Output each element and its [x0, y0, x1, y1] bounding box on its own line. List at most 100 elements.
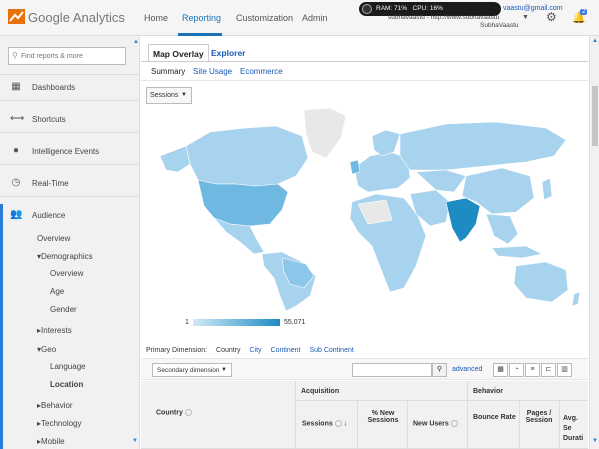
- divider: [559, 401, 560, 449]
- column-bounce-rate[interactable]: Bounce Rate: [473, 414, 516, 421]
- subtab-summary[interactable]: Summary: [151, 67, 185, 76]
- legend-gradient: [193, 319, 280, 326]
- column-sessions[interactable]: Sessions ↓: [302, 420, 347, 427]
- column-country[interactable]: Country: [156, 409, 192, 416]
- map-region-greenland: [303, 107, 347, 159]
- report-search-input[interactable]: [21, 49, 121, 63]
- report-search[interactable]: ⚲: [8, 47, 126, 65]
- search-icon: ⚲: [12, 51, 18, 60]
- sidebar-item-age[interactable]: Age: [50, 287, 64, 296]
- help-icon[interactable]: [450, 420, 458, 427]
- scroll-down-arrow-icon[interactable]: ▼: [592, 438, 598, 444]
- sidebar-item-label: Intelligence Events: [32, 147, 100, 156]
- column-percent-new-sessions[interactable]: % New Sessions: [363, 410, 403, 424]
- subtab-ecommerce[interactable]: Ecommerce: [240, 67, 283, 76]
- dimension-city[interactable]: City: [250, 347, 262, 354]
- map-region-new-zealand: [571, 291, 581, 307]
- main-scrollbar[interactable]: ▲ ▼: [589, 36, 599, 449]
- table-toolbar: Secondary dimension ▼ ⚲ advanced ▦ ◔ ≡ ⊏…: [141, 358, 588, 380]
- brand-name[interactable]: Google Analytics: [28, 10, 125, 25]
- active-section-indicator: [0, 204, 3, 449]
- map-region-canada: [185, 125, 309, 187]
- chevron-down-icon: ▼: [221, 367, 227, 373]
- sidebar-item-dashboards[interactable]: ▦ Dashboards: [0, 78, 139, 98]
- nav-home[interactable]: Home: [144, 13, 168, 23]
- tab-map-overlay[interactable]: Map Overlay: [148, 44, 209, 62]
- sidebar-item-overview[interactable]: Overview: [37, 234, 70, 243]
- help-icon[interactable]: [184, 409, 192, 416]
- dimension-country[interactable]: Country: [216, 347, 241, 354]
- nav-reporting[interactable]: Reporting: [182, 13, 221, 23]
- sidebar-item-mobile[interactable]: ▸Mobile: [37, 437, 65, 446]
- dimension-continent[interactable]: Continent: [271, 347, 301, 354]
- sidebar-item-interests[interactable]: ▸Interests: [37, 326, 72, 335]
- gear-icon[interactable]: ⚙: [546, 10, 557, 24]
- secondary-dimension-dropdown[interactable]: Secondary dimension ▼: [152, 363, 232, 377]
- sidebar-item-shortcuts[interactable]: ⟷ Shortcuts: [0, 110, 139, 130]
- world-map[interactable]: [146, 106, 583, 311]
- scroll-up-arrow-icon[interactable]: ▲: [133, 39, 139, 45]
- sidebar-item-label: Behavior: [41, 401, 73, 410]
- divider: [0, 164, 139, 165]
- scrollbar-thumb[interactable]: [592, 86, 598, 146]
- account-view-name: SubhaVaastu: [480, 22, 519, 29]
- map-region-southeast-asia: [485, 213, 519, 245]
- help-icon[interactable]: [334, 420, 342, 427]
- sidebar-item-label: Interests: [41, 326, 72, 335]
- divider: [295, 400, 588, 401]
- account-property[interactable]: subhavaastu - http://www.subhavaastu: [388, 14, 499, 21]
- divider: [467, 381, 468, 449]
- sidebar-item-demographics[interactable]: ▾Demographics: [37, 252, 93, 261]
- analytics-logo-icon[interactable]: [8, 9, 25, 24]
- map-region-russia: [399, 121, 567, 171]
- divider: [0, 132, 139, 133]
- pivot-view-icon[interactable]: ▥: [557, 363, 572, 377]
- sidebar-item-location[interactable]: Location: [50, 380, 83, 389]
- performance-view-icon[interactable]: ≡: [525, 363, 540, 377]
- column-pages-per-session[interactable]: Pages / Session: [524, 410, 554, 424]
- sidebar-item-real-time[interactable]: ◷ Real-Time: [0, 174, 139, 194]
- sidebar-item-geo[interactable]: ▾Geo: [37, 345, 56, 354]
- tab-divider: [141, 61, 588, 62]
- nav-customization[interactable]: Customization: [236, 13, 293, 23]
- comparison-view-icon[interactable]: ⊏: [541, 363, 556, 377]
- sidebar-item-label: Technology: [41, 419, 82, 428]
- column-avg-session-duration[interactable]: Avg. Se Durati: [563, 414, 588, 444]
- clock-icon: ◷: [11, 177, 21, 188]
- column-new-users[interactable]: New Users: [413, 420, 458, 427]
- tab-explorer[interactable]: Explorer: [207, 44, 250, 62]
- sidebar-item-gender[interactable]: Gender: [50, 305, 77, 314]
- divider: [0, 74, 139, 75]
- chevron-down-icon[interactable]: ▼: [522, 14, 529, 21]
- sidebar-item-label: Audience: [32, 211, 66, 220]
- sort-down-arrow-icon[interactable]: ↓: [344, 420, 348, 427]
- subtab-site-usage[interactable]: Site Usage: [193, 67, 232, 76]
- table-header: Country Acquisition Behavior Sessions ↓ …: [141, 381, 588, 449]
- sidebar-item-demographics-overview[interactable]: Overview: [50, 269, 83, 278]
- sidebar-item-audience[interactable]: 👥 Audience: [0, 206, 139, 226]
- notification-badge[interactable]: 2: [580, 9, 588, 15]
- metric-selector[interactable]: Sessions ▼: [146, 87, 192, 104]
- map-region-indonesia: [491, 245, 543, 259]
- pie-view-icon[interactable]: ◔: [509, 363, 524, 377]
- sidebar-scrollbar[interactable]: ▲: [132, 36, 139, 449]
- sidebar-item-technology[interactable]: ▸Technology: [37, 419, 82, 428]
- sidebar-item-behavior[interactable]: ▸Behavior: [37, 401, 73, 410]
- sidebar-item-intelligence-events[interactable]: ● Intelligence Events: [0, 142, 139, 162]
- table-search-input[interactable]: [352, 363, 432, 377]
- monitor-icon: [362, 4, 372, 14]
- table-view-icon[interactable]: ▦: [493, 363, 508, 377]
- sidebar-item-language[interactable]: Language: [50, 362, 86, 371]
- nav-admin[interactable]: Admin: [302, 13, 328, 23]
- search-icon[interactable]: ⚲: [432, 363, 447, 377]
- map-region-alaska: [159, 145, 191, 173]
- legend-min-value: 1: [185, 319, 189, 326]
- scroll-down-arrow-icon[interactable]: ▼: [132, 438, 138, 444]
- report-content: Map Overlay Explorer Summary Site Usage …: [141, 36, 588, 449]
- group-acquisition: Acquisition: [301, 388, 340, 395]
- scroll-up-arrow-icon[interactable]: ▲: [592, 38, 598, 44]
- advanced-filter-link[interactable]: advanced: [452, 366, 482, 373]
- dimension-sub-continent[interactable]: Sub Continent: [309, 347, 353, 354]
- shortcut-arrow-icon: ⟷: [10, 113, 25, 124]
- grid-icon: ▦: [11, 81, 21, 92]
